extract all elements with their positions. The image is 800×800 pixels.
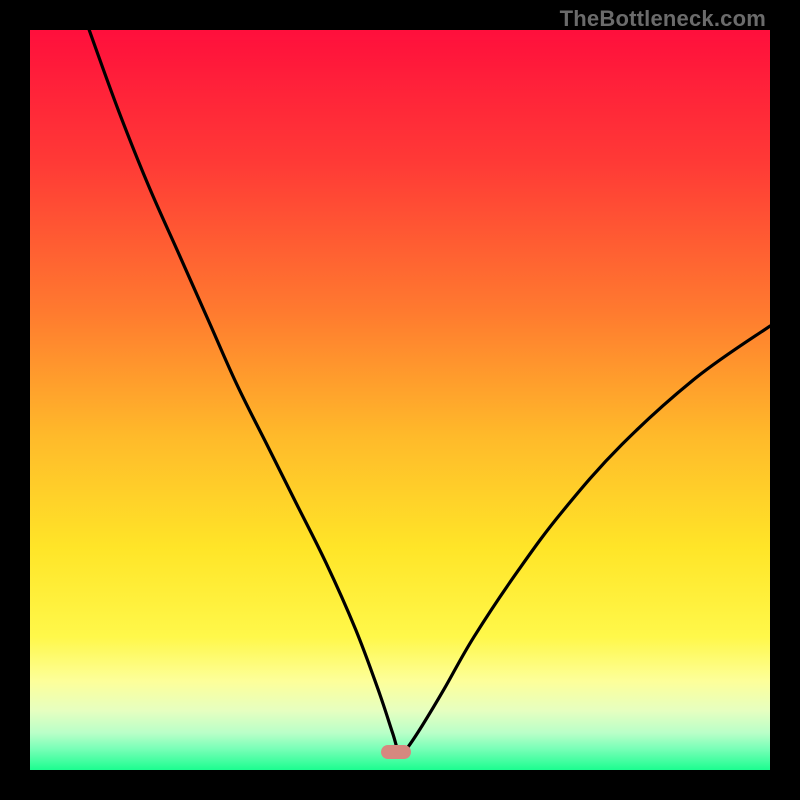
optimum-marker <box>381 745 411 759</box>
bottleneck-curve <box>30 30 770 770</box>
plot-area <box>30 30 770 770</box>
watermark-text: TheBottleneck.com <box>560 6 766 32</box>
chart-frame: TheBottleneck.com <box>0 0 800 800</box>
